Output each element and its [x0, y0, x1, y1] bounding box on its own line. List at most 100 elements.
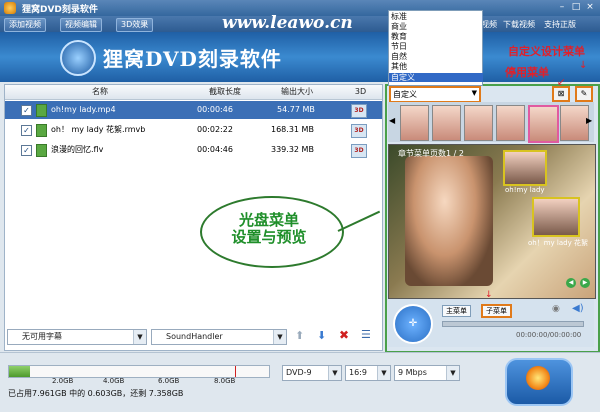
chapter-thumb[interactable]: [532, 197, 580, 237]
main-menu-button[interactable]: 主菜单: [442, 305, 471, 317]
arrow-icon: ↓: [579, 60, 588, 71]
table-row[interactable]: ✓ 浪漫的回忆.flv 00:04:46 339.32 MB 3D: [5, 141, 382, 159]
bitrate-value: 9 Mbps: [398, 368, 427, 377]
3d-icon[interactable]: 3D: [351, 124, 367, 138]
download-video-link[interactable]: 下载视频: [503, 19, 535, 30]
aspect-value: 16:9: [349, 368, 367, 377]
chevron-down-icon: ▼: [446, 366, 459, 380]
row-checkbox[interactable]: ✓: [21, 105, 32, 116]
logo-icon: [60, 40, 96, 76]
file-name: oh!my lady.mp4: [51, 105, 116, 114]
table-row[interactable]: ✓ oh!my lady.mp4 00:00:46 54.77 MB 3D: [5, 101, 382, 119]
move-down-icon[interactable]: ⬇: [317, 329, 326, 342]
video-file-icon: [36, 104, 47, 117]
chevron-down-icon: ▼: [133, 330, 146, 344]
arrow-icon: ↙: [557, 77, 566, 88]
chevron-down-icon: ▼: [273, 330, 286, 344]
file-size: 168.31 MB: [271, 125, 314, 134]
edit-video-button[interactable]: 视频编辑: [60, 18, 102, 32]
3d-icon[interactable]: 3D: [351, 144, 367, 158]
chapter-thumb[interactable]: [503, 150, 547, 186]
close-icon[interactable]: ×: [584, 2, 596, 13]
subtitle-value: 无可用字幕: [22, 332, 62, 341]
capacity-mark: 2.0GB: [52, 377, 74, 385]
list-item[interactable]: 标准: [391, 12, 407, 21]
list-item[interactable]: 其他: [391, 62, 407, 71]
file-size: 339.32 MB: [271, 145, 314, 154]
chevron-down-icon: ▼: [377, 366, 390, 380]
chevron-right-icon[interactable]: ▶: [586, 116, 592, 125]
capacity-limit-marker: [235, 366, 236, 377]
app-icon: [4, 2, 16, 14]
edit-menu-icon[interactable]: ✎: [575, 86, 593, 102]
template-thumb[interactable]: [496, 105, 525, 141]
video-file-icon: [36, 144, 47, 157]
list-item[interactable]: 节日: [391, 42, 407, 51]
list-item[interactable]: 教育: [391, 32, 407, 41]
volume-icon[interactable]: ◀): [572, 303, 584, 314]
template-thumb[interactable]: [400, 105, 429, 141]
row-checkbox[interactable]: ✓: [21, 125, 32, 136]
burn-disc-icon: [526, 366, 550, 390]
maximize-icon[interactable]: □: [570, 2, 582, 13]
table-row[interactable]: ✓ oh！ my lady 花絮.rmvb 00:02:22 168.31 MB…: [5, 121, 382, 139]
video-file-icon: [36, 124, 47, 137]
col-name[interactable]: 名称: [5, 85, 196, 100]
chapter-caption: oh!my lady: [505, 186, 545, 194]
support-link[interactable]: 支持正版: [544, 19, 576, 30]
banner-title: 狸窝DVD刻录软件: [103, 47, 282, 71]
add-video-button[interactable]: 添加视频: [4, 18, 46, 32]
delete-icon[interactable]: ✖: [339, 328, 349, 342]
template-thumb[interactable]: [560, 105, 589, 141]
bitrate-select[interactable]: 9 Mbps ▼: [394, 365, 460, 381]
template-thumb[interactable]: [432, 105, 461, 141]
banner-url: www.leawo.cn: [222, 13, 353, 33]
chevron-down-icon: ▼: [471, 89, 477, 97]
file-size: 54.77 MB: [277, 105, 315, 114]
file-name: oh！ my lady 花絮.rmvb: [51, 125, 146, 134]
camera-icon[interactable]: ◉: [552, 304, 560, 314]
bubble-line: 设置与预览: [231, 228, 307, 246]
capacity-mark: 4.0GB: [103, 377, 125, 385]
list-item[interactable]: 自然: [391, 52, 407, 61]
prev-page-icon[interactable]: ◀: [566, 278, 576, 288]
next-page-icon[interactable]: ▶: [580, 278, 590, 288]
list-icon[interactable]: ☰: [361, 328, 371, 341]
preview-background-photo: [405, 156, 493, 286]
disc-type-select[interactable]: DVD-9 ▼: [282, 365, 342, 381]
chevron-down-icon: ▼: [328, 366, 341, 380]
minimize-icon[interactable]: –: [556, 2, 568, 13]
bubble-line: 光盘菜单: [238, 211, 299, 229]
template-thumb-selected[interactable]: [528, 105, 559, 143]
list-item[interactable]: 商业: [391, 22, 407, 31]
playback-progress[interactable]: [442, 321, 584, 327]
template-value: 自定义: [393, 90, 417, 99]
capacity-mark: 6.0GB: [158, 377, 180, 385]
subtitle-select[interactable]: 无可用字幕 ▼: [7, 329, 147, 345]
menu-template-list[interactable]: 标准 商业 教育 节日 自然 其他 自定义: [388, 10, 483, 86]
menu-template-select[interactable]: 自定义 ▼: [389, 86, 481, 103]
audio-select[interactable]: SoundHandler ▼: [151, 329, 287, 345]
sub-menu-button[interactable]: 子菜单: [481, 304, 512, 318]
file-name: 浪漫的回忆.flv: [51, 145, 104, 154]
navigation-pad-icon[interactable]: ✛: [393, 304, 433, 344]
window-title: 狸窝DVD刻录软件: [22, 5, 98, 15]
chevron-left-icon[interactable]: ◀: [389, 116, 395, 125]
col-3d[interactable]: 3D: [339, 85, 382, 100]
video-link[interactable]: 视频: [481, 19, 497, 30]
aspect-select[interactable]: 16:9 ▼: [345, 365, 391, 381]
col-size[interactable]: 输出大小: [255, 85, 340, 100]
file-duration: 00:04:46: [197, 145, 233, 154]
col-duration[interactable]: 截取长度: [195, 85, 256, 100]
move-up-icon[interactable]: ⬆: [295, 329, 304, 342]
template-thumb[interactable]: [464, 105, 493, 141]
effect-3d-button[interactable]: 3D效果: [116, 18, 154, 32]
disc-type-value: DVD-9: [286, 368, 312, 377]
file-duration: 00:02:22: [197, 125, 233, 134]
disable-menu-icon[interactable]: ⊠: [552, 86, 570, 102]
chapter-caption: oh！my lady 花絮: [528, 239, 588, 247]
3d-icon[interactable]: 3D: [351, 104, 367, 118]
list-item-selected[interactable]: 自定义: [389, 73, 483, 82]
arrow-icon: ↓: [485, 290, 493, 300]
row-checkbox[interactable]: ✓: [21, 145, 32, 156]
